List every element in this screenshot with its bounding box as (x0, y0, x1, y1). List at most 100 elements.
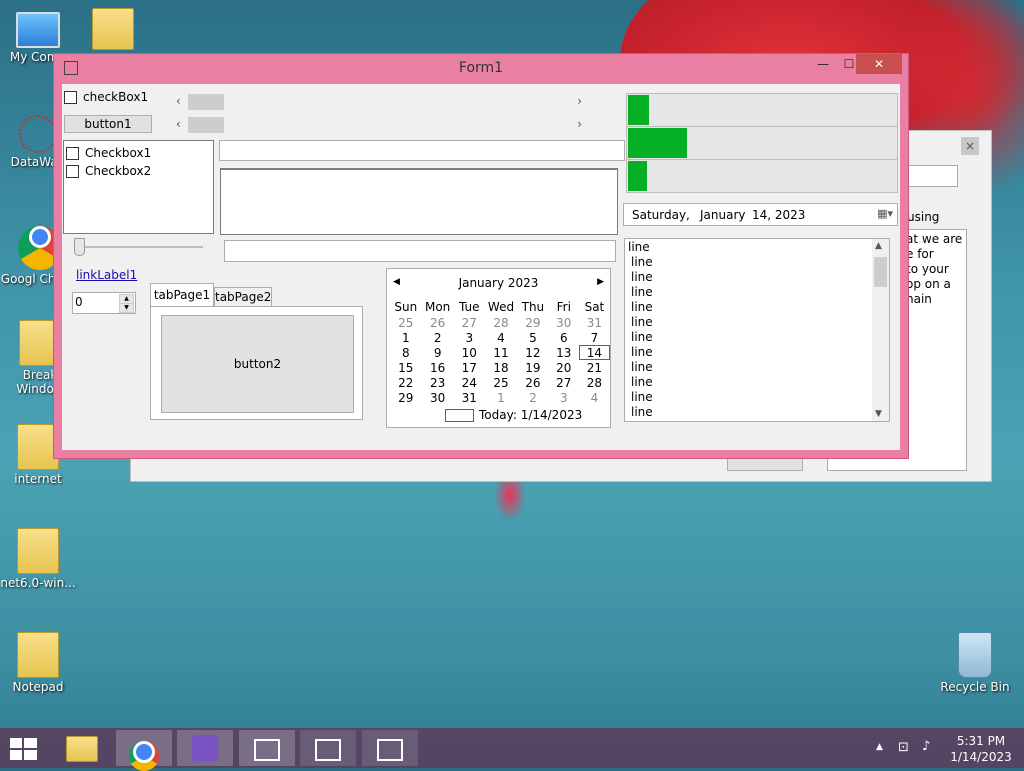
title-bar[interactable]: Form1 — ☐ ✕ (54, 54, 908, 82)
taskbar-chrome[interactable] (116, 730, 172, 771)
list-item[interactable]: line (628, 345, 653, 360)
calendar-day[interactable]: 4 (485, 330, 517, 345)
calendar-day[interactable]: 14 (578, 345, 610, 360)
list-item[interactable]: line (628, 255, 653, 270)
hscrollbar-1[interactable]: ‹ › (174, 93, 586, 111)
list-item[interactable]: line (628, 315, 653, 330)
list-item[interactable]: line (628, 270, 653, 285)
chevron-down-icon[interactable]: ▼ (119, 303, 134, 313)
scroll-up-icon[interactable]: ▲ (875, 241, 882, 251)
calendar-day[interactable]: 26 (517, 375, 549, 390)
calendar-day[interactable]: 6 (549, 330, 579, 345)
trackbar-thumb[interactable] (74, 238, 85, 256)
calendar-day[interactable]: 8 (390, 345, 422, 360)
desktop-icon-folder-top[interactable] (76, 8, 150, 52)
scroll-left-icon[interactable]: ‹ (176, 117, 181, 131)
taskbar-window-2[interactable] (300, 730, 356, 766)
list-item[interactable]: line (628, 390, 653, 405)
calendar-day[interactable]: 2 (517, 390, 549, 405)
calendar-day[interactable]: 24 (454, 375, 485, 390)
back-window-textbox[interactable] (907, 165, 958, 187)
taskbar-window-3[interactable] (362, 730, 418, 766)
calendar-day[interactable]: 31 (454, 390, 485, 405)
scroll-right-icon[interactable]: › (577, 94, 582, 108)
checkbox1[interactable]: checkBox1 (64, 90, 148, 104)
calendar-day[interactable]: 27 (549, 375, 579, 390)
dtp-date[interactable]: 14, 2023 (752, 208, 805, 222)
scroll-thumb[interactable] (188, 117, 224, 133)
numeric-updown[interactable]: 0 ▲ ▼ (72, 292, 136, 314)
list-item[interactable]: line (628, 360, 653, 375)
listbox[interactable]: line line line line line line line line line line… (624, 238, 890, 422)
scroll-right-icon[interactable]: › (577, 117, 582, 131)
desktop-icon-notepad[interactable]: Notepad (0, 632, 76, 694)
calendar-day[interactable]: 29 (390, 390, 422, 405)
scroll-thumb[interactable] (188, 94, 224, 110)
list-item[interactable]: line (628, 240, 653, 255)
close-icon[interactable]: ✕ (856, 54, 902, 74)
calendar-day[interactable]: 19 (517, 360, 549, 375)
minimize-icon[interactable]: — (810, 54, 836, 74)
calendar-day[interactable]: 25 (485, 375, 517, 390)
calendar-day[interactable]: 29 (517, 315, 549, 330)
calendar-day[interactable]: 18 (485, 360, 517, 375)
network-icon[interactable]: ⊡ (898, 740, 909, 755)
dtp-month[interactable]: January (700, 208, 746, 222)
calendar-day[interactable]: 28 (485, 315, 517, 330)
calendar-day[interactable]: 16 (422, 360, 454, 375)
list-item[interactable]: line (628, 405, 653, 420)
checked-listbox[interactable]: Checkbox1 Checkbox2 (63, 140, 214, 234)
hscrollbar-2[interactable]: ‹ › (174, 116, 586, 134)
calendar-day[interactable]: 30 (549, 315, 579, 330)
desktop-icon-net6[interactable]: net6.0-win... (0, 528, 76, 590)
calendar-day[interactable]: 22 (390, 375, 422, 390)
calendar-day[interactable]: 25 (390, 315, 422, 330)
checked-list-item[interactable]: Checkbox2 (66, 162, 211, 180)
calendar-day[interactable]: 17 (454, 360, 485, 375)
calendar-day[interactable]: 21 (579, 360, 610, 375)
checkbox-box[interactable] (64, 91, 77, 104)
calendar-day[interactable]: 23 (422, 375, 454, 390)
close-icon[interactable]: × (961, 137, 979, 155)
checked-list-item[interactable]: Checkbox1 (66, 144, 211, 162)
taskbar-window-1[interactable] (239, 730, 295, 766)
calendar-next-icon[interactable]: ▶ (597, 277, 604, 287)
calendar-day[interactable]: 2 (422, 330, 454, 345)
calendar-day[interactable]: 13 (549, 345, 579, 360)
form1-window[interactable]: Form1 — ☐ ✕ checkBox1 button1 ‹ › ‹ › Ch… (53, 53, 909, 459)
calendar-day[interactable]: 28 (579, 375, 610, 390)
tab-page1[interactable]: tabPage1 (150, 283, 214, 307)
month-calendar[interactable]: ◀ January 2023 ▶ Sun Mon Tue Wed Thu Fri Sat 2… (386, 268, 611, 428)
list-item[interactable]: line (628, 285, 653, 300)
checkbox-box[interactable] (66, 165, 79, 178)
calendar-day[interactable]: 5 (517, 330, 549, 345)
windows-start-icon[interactable] (10, 738, 38, 760)
calendar-dropdown-icon[interactable]: ▦▾ (877, 207, 893, 220)
calendar-day[interactable]: 7 (579, 330, 610, 345)
dtp-day[interactable]: Saturday (632, 208, 686, 222)
date-time-picker[interactable]: Saturday , January 14, 2023 ▦▾ (623, 203, 898, 226)
list-item[interactable]: line (628, 330, 653, 345)
calendar-day[interactable]: 31 (579, 315, 610, 330)
checkbox-box[interactable] (66, 147, 79, 160)
calendar-day[interactable]: 12 (517, 345, 549, 360)
calendar-day[interactable]: 26 (422, 315, 454, 330)
calendar-day[interactable]: 20 (549, 360, 579, 375)
multiline-textbox[interactable] (220, 168, 618, 235)
calendar-day[interactable]: 9 (422, 345, 454, 360)
scroll-down-icon[interactable]: ▼ (875, 409, 882, 419)
button1[interactable]: button1 (64, 115, 152, 133)
scroll-left-icon[interactable]: ‹ (176, 94, 181, 108)
taskbar-file-explorer[interactable] (54, 730, 110, 766)
calendar-day[interactable]: 11 (485, 345, 517, 360)
tab-page2[interactable]: tabPage2 (214, 287, 272, 307)
show-hidden-icons-icon[interactable]: ▲ (876, 742, 883, 752)
textbox-2[interactable] (224, 240, 616, 262)
calendar-day[interactable]: 1 (485, 390, 517, 405)
scroll-thumb[interactable] (874, 257, 887, 287)
calendar-day[interactable]: 3 (454, 330, 485, 345)
clock[interactable]: 5:31 PM 1/14/2023 (948, 733, 1014, 765)
calendar-day[interactable]: 3 (549, 390, 579, 405)
link-label[interactable]: linkLabel1 (76, 268, 137, 282)
calendar-day[interactable]: 10 (454, 345, 485, 360)
